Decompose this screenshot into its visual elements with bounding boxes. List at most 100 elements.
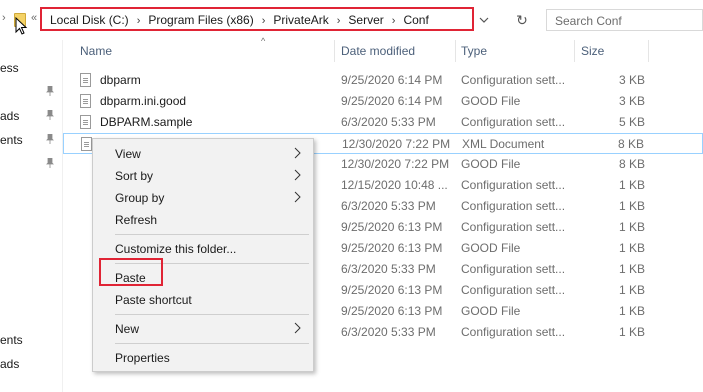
pin-icon[interactable] bbox=[46, 134, 54, 144]
menu-separator bbox=[115, 343, 309, 344]
menu-separator bbox=[115, 314, 309, 315]
mouse-cursor-icon bbox=[15, 17, 28, 35]
file-size: 3 KB bbox=[618, 73, 645, 87]
file-type: Configuration sett... bbox=[461, 283, 566, 297]
file-icon bbox=[80, 73, 91, 87]
file-date: 12/15/2020 10:48 ... bbox=[341, 178, 448, 192]
menu-item-view[interactable]: View bbox=[93, 143, 313, 165]
menu-item-customize-folder[interactable]: Customize this folder... bbox=[93, 238, 313, 260]
menu-item-label: Refresh bbox=[115, 213, 158, 227]
crumb-local-disk[interactable]: Local Disk (C:) bbox=[50, 13, 129, 27]
file-date: 6/3/2020 5:33 PM bbox=[341, 325, 436, 339]
menu-item-properties[interactable]: Properties bbox=[93, 347, 313, 369]
search-input[interactable]: Search Conf bbox=[546, 9, 703, 31]
file-size: 1 KB bbox=[618, 199, 645, 213]
nav-item-label[interactable]: ads bbox=[0, 357, 19, 371]
column-date-modified[interactable]: Date modified bbox=[341, 44, 415, 58]
nav-item-label[interactable]: ents bbox=[0, 133, 23, 147]
chevron-right-icon bbox=[294, 322, 301, 334]
menu-item-label: Group by bbox=[115, 191, 165, 205]
column-header: ^ Name Date modified Type Size bbox=[63, 36, 703, 62]
column-name[interactable]: Name bbox=[80, 44, 112, 58]
file-row[interactable]: DBPARM.sample 6/3/2020 5:33 PM Configura… bbox=[63, 112, 703, 133]
pin-icon[interactable] bbox=[46, 110, 54, 120]
menu-item-label: View bbox=[115, 147, 141, 161]
pin-icon[interactable] bbox=[46, 158, 54, 168]
file-date: 6/3/2020 5:33 PM bbox=[341, 115, 436, 129]
file-size: 3 KB bbox=[618, 94, 645, 108]
breadcrumb: Local Disk (C:) › Program Files (x86) › Priv… bbox=[50, 13, 429, 27]
column-divider[interactable] bbox=[574, 40, 575, 62]
chevron-right-icon bbox=[294, 147, 301, 159]
menu-item-label: Sort by bbox=[115, 169, 154, 183]
file-size: 8 KB bbox=[618, 157, 645, 171]
menu-item-new[interactable]: New bbox=[93, 318, 313, 340]
menu-item-paste-shortcut[interactable]: Paste shortcut bbox=[93, 289, 313, 311]
file-size: 1 KB bbox=[618, 283, 645, 297]
file-date: 9/25/2020 6:13 PM bbox=[341, 283, 443, 297]
chevron-right-icon[interactable]: › bbox=[137, 15, 141, 27]
menu-item-label: Paste shortcut bbox=[115, 293, 192, 307]
file-icon bbox=[80, 94, 91, 108]
pin-icon[interactable] bbox=[46, 86, 54, 96]
nav-item-label[interactable]: ess bbox=[0, 61, 19, 75]
chevron-right-icon[interactable]: › bbox=[337, 15, 341, 27]
file-type: Configuration sett... bbox=[461, 262, 566, 276]
file-size: 1 KB bbox=[618, 241, 645, 255]
file-date: 12/30/2020 7:22 PM bbox=[341, 157, 450, 171]
crumb-server[interactable]: Server bbox=[348, 13, 383, 27]
nav-chevron-icon[interactable]: › bbox=[2, 12, 6, 24]
column-divider[interactable] bbox=[648, 40, 649, 62]
crumb-privateark[interactable]: PrivateArk bbox=[273, 13, 328, 27]
sort-ascending-icon: ^ bbox=[261, 36, 266, 46]
column-divider[interactable] bbox=[455, 40, 456, 62]
file-type: GOOD File bbox=[461, 94, 521, 108]
file-size: 8 KB bbox=[617, 137, 644, 151]
address-row: › « Local Disk (C:) › Program Files (x86) ›… bbox=[0, 0, 703, 40]
chevron-right-icon[interactable]: › bbox=[262, 15, 266, 27]
menu-item-sort-by[interactable]: Sort by bbox=[93, 165, 313, 187]
file-date: 9/25/2020 6:14 PM bbox=[341, 73, 443, 87]
file-size: 1 KB bbox=[618, 220, 645, 234]
file-type: Configuration sett... bbox=[461, 325, 566, 339]
chevron-right-icon bbox=[294, 191, 301, 203]
file-name: dbparm.ini.good bbox=[100, 94, 187, 108]
file-type: GOOD File bbox=[461, 241, 521, 255]
file-name: DBPARM.sample bbox=[100, 115, 193, 129]
file-size: 5 KB bbox=[618, 115, 645, 129]
file-type: GOOD File bbox=[461, 157, 521, 171]
file-row[interactable]: dbparm 9/25/2020 6:14 PM Configuration s… bbox=[63, 70, 703, 91]
file-type: Configuration sett... bbox=[461, 115, 566, 129]
file-icon bbox=[80, 115, 91, 129]
menu-item-label: Customize this folder... bbox=[115, 242, 237, 256]
address-dropdown-icon[interactable] bbox=[475, 11, 493, 29]
menu-item-group-by[interactable]: Group by bbox=[93, 187, 313, 209]
file-type: Configuration sett... bbox=[461, 178, 566, 192]
file-type: Configuration sett... bbox=[461, 199, 566, 213]
menu-item-label: New bbox=[115, 322, 140, 336]
file-row[interactable]: dbparm.ini.good 9/25/2020 6:14 PM GOOD F… bbox=[63, 91, 703, 112]
file-date: 6/3/2020 5:33 PM bbox=[341, 262, 436, 276]
file-type: XML Document bbox=[462, 137, 545, 151]
navigation-pane: ess ads ents ents ads bbox=[0, 40, 63, 392]
nav-item-label[interactable]: ents bbox=[0, 333, 23, 347]
file-date: 9/25/2020 6:13 PM bbox=[341, 220, 443, 234]
menu-item-label: Properties bbox=[115, 351, 170, 365]
menu-item-refresh[interactable]: Refresh bbox=[93, 209, 313, 231]
nav-item-label[interactable]: ads bbox=[0, 109, 19, 123]
crumb-conf[interactable]: Conf bbox=[403, 13, 428, 27]
file-date: 9/25/2020 6:13 PM bbox=[341, 241, 443, 255]
paste-highlight-box bbox=[99, 258, 163, 286]
chevron-right-icon[interactable]: › bbox=[392, 15, 396, 27]
context-menu: View Sort by Group by Refresh Customize … bbox=[92, 138, 314, 372]
file-size: 1 KB bbox=[618, 325, 645, 339]
column-size[interactable]: Size bbox=[581, 44, 604, 58]
refresh-icon[interactable]: ↻ bbox=[511, 9, 533, 31]
address-bar[interactable]: Local Disk (C:) › Program Files (x86) › Priv… bbox=[40, 7, 474, 31]
file-size: 1 KB bbox=[618, 304, 645, 318]
column-type[interactable]: Type bbox=[461, 44, 487, 58]
file-date: 9/25/2020 6:13 PM bbox=[341, 304, 443, 318]
crumb-program-files[interactable]: Program Files (x86) bbox=[148, 13, 253, 27]
breadcrumb-overflow-icon[interactable]: « bbox=[31, 12, 37, 24]
column-divider[interactable] bbox=[334, 40, 335, 62]
